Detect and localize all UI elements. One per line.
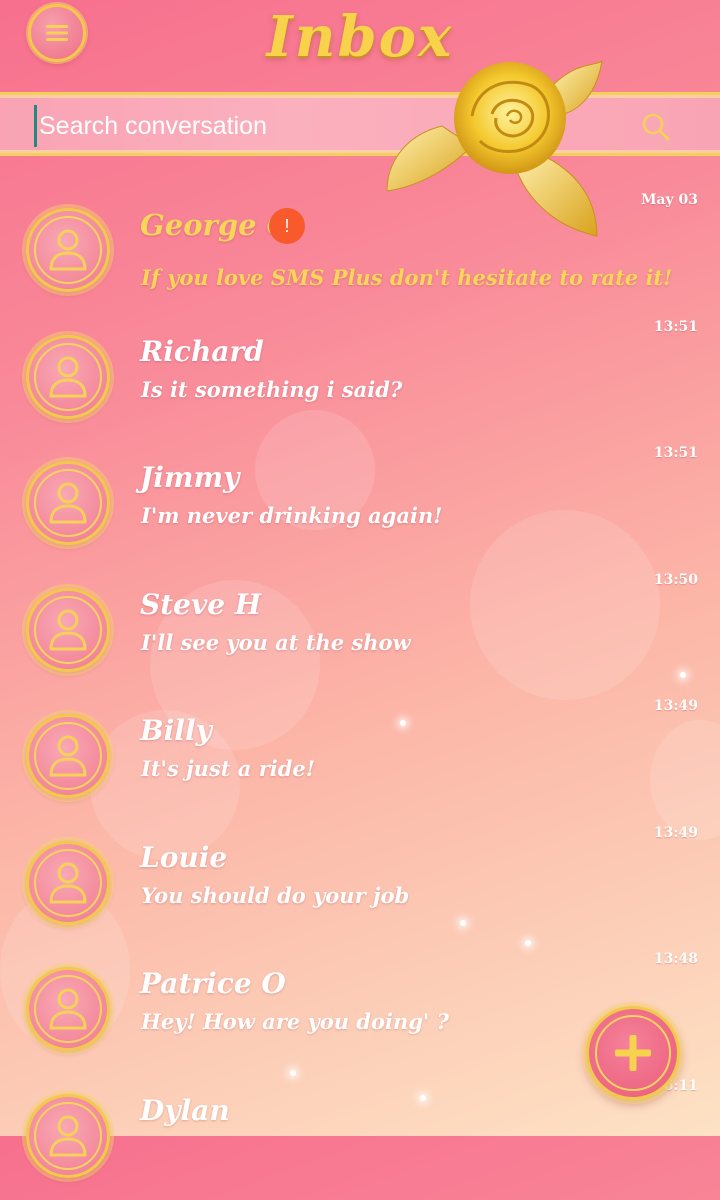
contact-name: Patrice O	[140, 967, 286, 1000]
message-time: May 03	[641, 192, 698, 208]
conversation-row[interactable]: Steve H I'll see you at the show 13:50	[0, 568, 720, 695]
message-snippet: It's just a ride!	[141, 756, 315, 781]
avatar	[26, 714, 110, 798]
conversation-row[interactable]: Jimmy I'm never drinking again! 13:51	[0, 441, 720, 568]
conversation-row[interactable]: Billy It's just a ride! 13:49	[0, 694, 720, 821]
alert-badge: !	[269, 208, 305, 244]
avatar	[26, 461, 110, 545]
contact-person-icon	[47, 480, 89, 526]
contact-name: George C	[140, 208, 290, 242]
message-snippet: I'm never drinking again!	[141, 503, 443, 528]
avatar	[26, 967, 110, 1051]
contact-person-icon	[47, 354, 89, 400]
conversation-row[interactable]: Richard Is it something i said? 13:51	[0, 315, 720, 442]
app-header: Inbox	[0, 0, 720, 92]
contact-person-icon	[47, 860, 89, 906]
message-time: 13:48	[654, 951, 698, 967]
page-title: Inbox	[0, 0, 720, 74]
search-bar	[0, 92, 720, 156]
message-snippet: I'll see you at the show	[141, 630, 411, 655]
contact-name: Billy	[140, 714, 212, 747]
message-snippet: If you love SMS Plus don't hesitate to r…	[141, 265, 672, 290]
contact-person-icon	[47, 733, 89, 779]
avatar	[26, 588, 110, 672]
contact-name: Steve H	[140, 588, 261, 621]
contact-person-icon	[47, 986, 89, 1032]
plus-icon	[613, 1033, 653, 1073]
message-time: 13:49	[654, 698, 698, 714]
contact-name: Richard	[140, 335, 264, 368]
avatar	[26, 335, 110, 419]
search-input[interactable]	[34, 105, 601, 147]
conversation-row[interactable]: Louie You should do your job 13:49	[0, 821, 720, 948]
avatar	[26, 841, 110, 925]
message-time: 13:49	[654, 825, 698, 841]
contact-person-icon	[47, 227, 89, 273]
contact-name: Dylan	[140, 1094, 230, 1127]
contact-name: Louie	[140, 841, 227, 874]
avatar	[26, 208, 110, 292]
message-snippet: Hey! How are you doing' ?	[141, 1009, 449, 1034]
contact-person-icon	[47, 607, 89, 653]
message-time: 13:51	[654, 319, 698, 335]
message-time: 13:51	[654, 445, 698, 461]
new-message-button[interactable]	[586, 1006, 680, 1100]
message-snippet: You should do your job	[141, 883, 409, 908]
conversation-row[interactable]: George C! If you love SMS Plus don't hesi…	[0, 188, 720, 315]
search-icon[interactable]	[640, 111, 672, 143]
message-snippet: Is it something i said?	[141, 377, 402, 402]
message-time: 13:50	[654, 572, 698, 588]
contact-name: Jimmy	[140, 461, 239, 494]
